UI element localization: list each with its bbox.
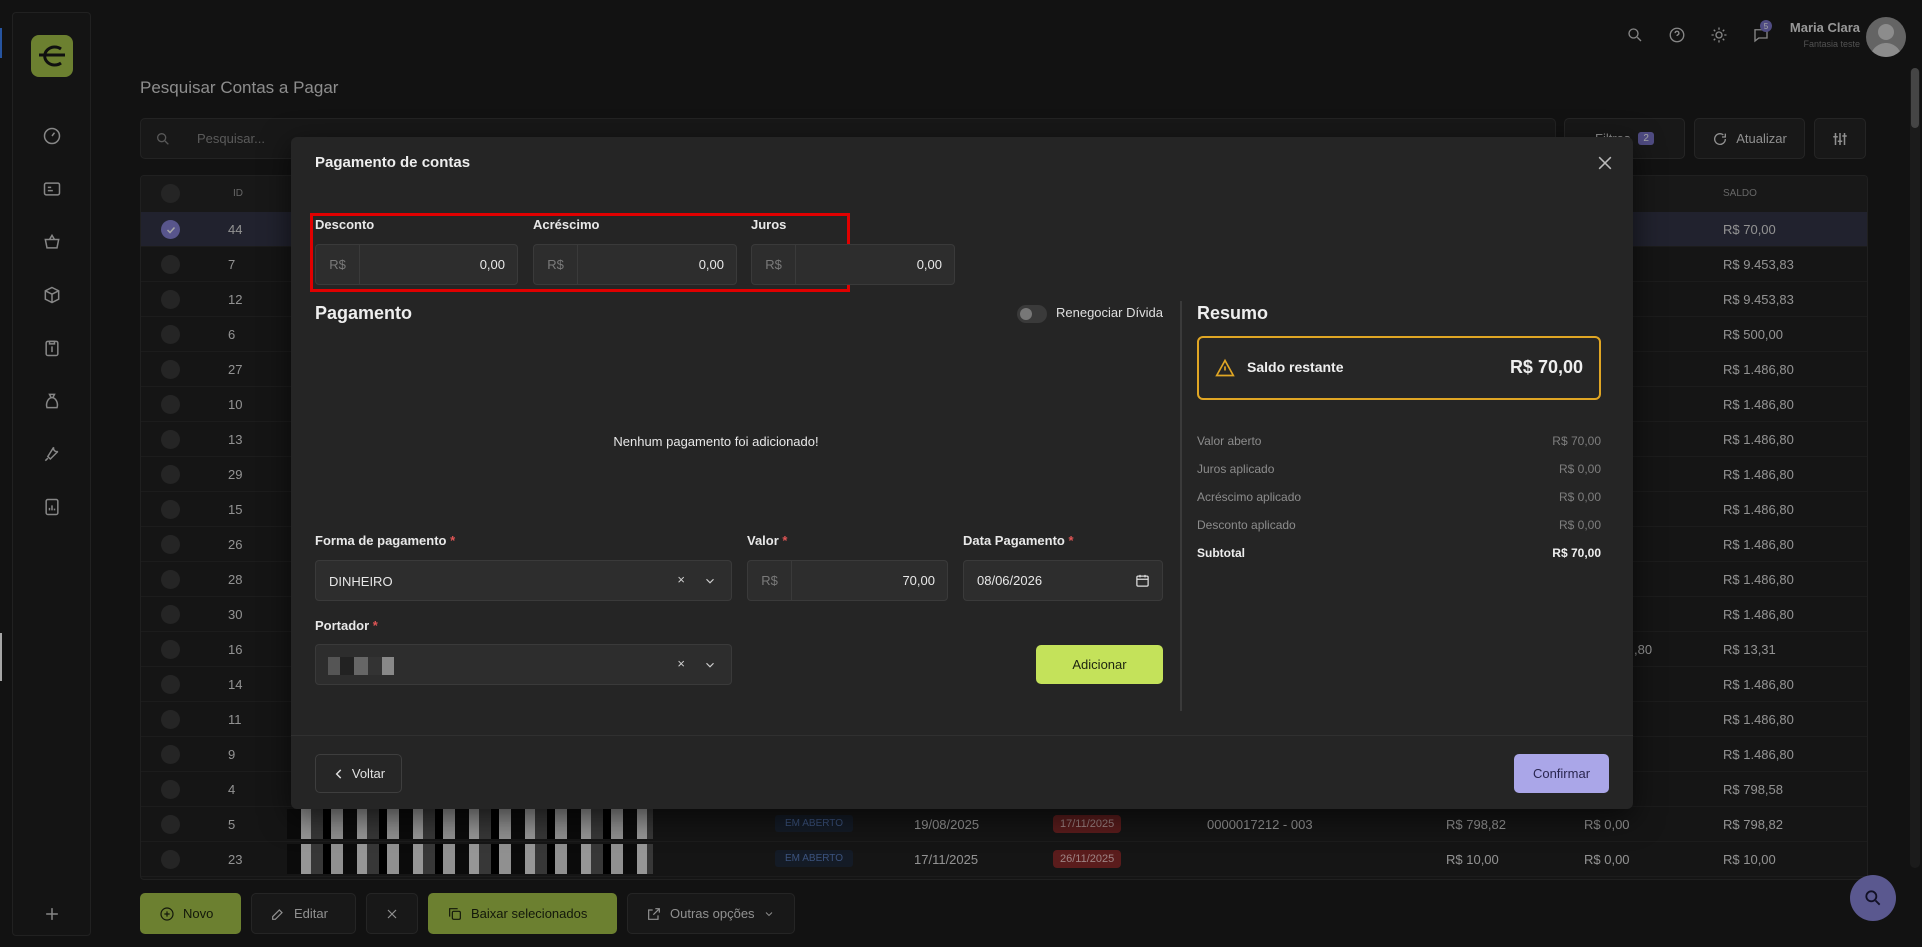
close-icon[interactable] <box>1595 153 1615 173</box>
toggle-knob <box>1020 308 1032 320</box>
summary-value: R$ 0,00 <box>1558 462 1601 476</box>
acrescimo-label: Acréscimo <box>533 217 600 232</box>
resumo-title: Resumo <box>1197 303 1269 323</box>
warning-icon <box>1215 358 1235 377</box>
acrescimo-value: 0,00 <box>698 257 724 272</box>
data-pagamento-label: Data Pagamento * <box>963 533 1074 548</box>
saldo-amount: R$ 70,00 <box>1509 357 1583 377</box>
summary-row: Juros aplicado R$ 0,00 <box>1197 462 1601 480</box>
summary-label: Acréscimo aplicado <box>1197 490 1302 504</box>
valor-value: 70,00 <box>902 573 935 588</box>
data-pagamento-input[interactable]: 08/06/2026 <box>963 560 1163 601</box>
currency-prefix: R$ <box>534 245 578 284</box>
clear-icon[interactable]: × <box>677 572 685 587</box>
forma-value: DINHEIRO <box>329 574 393 589</box>
summary-label: Valor aberto <box>1197 434 1262 448</box>
desconto-value: 0,00 <box>479 257 505 272</box>
subtotal-value: R$ 70,00 <box>1552 546 1601 560</box>
valor-label: Valor * <box>747 533 787 548</box>
forma-label-text: Forma de pagamento <box>315 533 447 548</box>
portador-label-text: Portador <box>315 618 370 633</box>
portador-select[interactable]: × <box>315 644 732 685</box>
currency-prefix: R$ <box>316 245 360 284</box>
chevron-left-icon <box>335 768 342 779</box>
clear-icon[interactable]: × <box>677 656 685 671</box>
forma-pagamento-label: Forma de pagamento * <box>315 533 455 548</box>
juros-value: 0,00 <box>916 257 942 272</box>
pagamento-title: Pagamento <box>315 303 413 323</box>
data-value: 08/06/2026 <box>977 573 1043 588</box>
summary-value: R$ 70,00 <box>1552 434 1601 448</box>
data-label-text: Data Pagamento <box>963 533 1065 548</box>
back-button[interactable]: Voltar <box>315 754 402 793</box>
add-payment-button[interactable]: Adicionar <box>1036 645 1163 684</box>
portador-label: Portador * <box>315 618 378 633</box>
forma-pagamento-select[interactable]: DINHEIRO × <box>315 560 732 601</box>
desconto-input[interactable]: R$ 0,00 <box>315 244 518 285</box>
calendar-icon[interactable] <box>1135 573 1150 588</box>
currency-prefix: R$ <box>748 561 792 600</box>
chevron-down-icon[interactable] <box>703 574 717 588</box>
valor-label-text: Valor <box>747 533 779 548</box>
currency-prefix: R$ <box>752 245 796 284</box>
saldo-restante-box: Saldo restante R$ 70,00 <box>1197 336 1601 400</box>
required-mark: * <box>372 618 378 633</box>
back-label: Voltar <box>351 766 386 781</box>
required-mark: * <box>1068 533 1074 548</box>
confirm-button[interactable]: Confirmar <box>1514 754 1609 793</box>
modal-title: Pagamento de contas <box>315 154 471 171</box>
chevron-down-icon[interactable] <box>703 658 717 672</box>
desconto-label: Desconto <box>315 217 375 232</box>
acrescimo-input[interactable]: R$ 0,00 <box>533 244 737 285</box>
summary-value: R$ 0,00 <box>1558 490 1601 504</box>
empty-payments-message: Nenhum pagamento foi adicionado! <box>613 434 819 449</box>
summary-label: Juros aplicado <box>1197 462 1275 476</box>
summary-row: Desconto aplicado R$ 0,00 <box>1197 518 1601 536</box>
renegociar-label: Renegociar Dívida <box>1056 305 1163 320</box>
vertical-divider <box>1180 301 1182 711</box>
required-mark: * <box>782 533 788 548</box>
summary-label: Desconto aplicado <box>1197 518 1296 532</box>
redacted-value <box>328 657 418 675</box>
footer-divider <box>291 735 1633 736</box>
subtotal-row: Subtotal R$ 70,00 <box>1197 546 1601 564</box>
summary-value: R$ 0,00 <box>1558 518 1601 532</box>
juros-input[interactable]: R$ 0,00 <box>751 244 955 285</box>
payment-modal: Pagamento de contas Desconto R$ 0,00 Acr… <box>291 137 1633 809</box>
subtotal-label: Subtotal <box>1197 546 1245 560</box>
required-mark: * <box>450 533 456 548</box>
summary-row: Valor aberto R$ 70,00 <box>1197 434 1601 452</box>
valor-input[interactable]: R$ 70,00 <box>747 560 948 601</box>
summary-row: Acréscimo aplicado R$ 0,00 <box>1197 490 1601 508</box>
saldo-label: Saldo restante <box>1247 359 1344 375</box>
juros-label: Juros <box>751 217 787 232</box>
renegociar-toggle[interactable] <box>1017 305 1047 323</box>
